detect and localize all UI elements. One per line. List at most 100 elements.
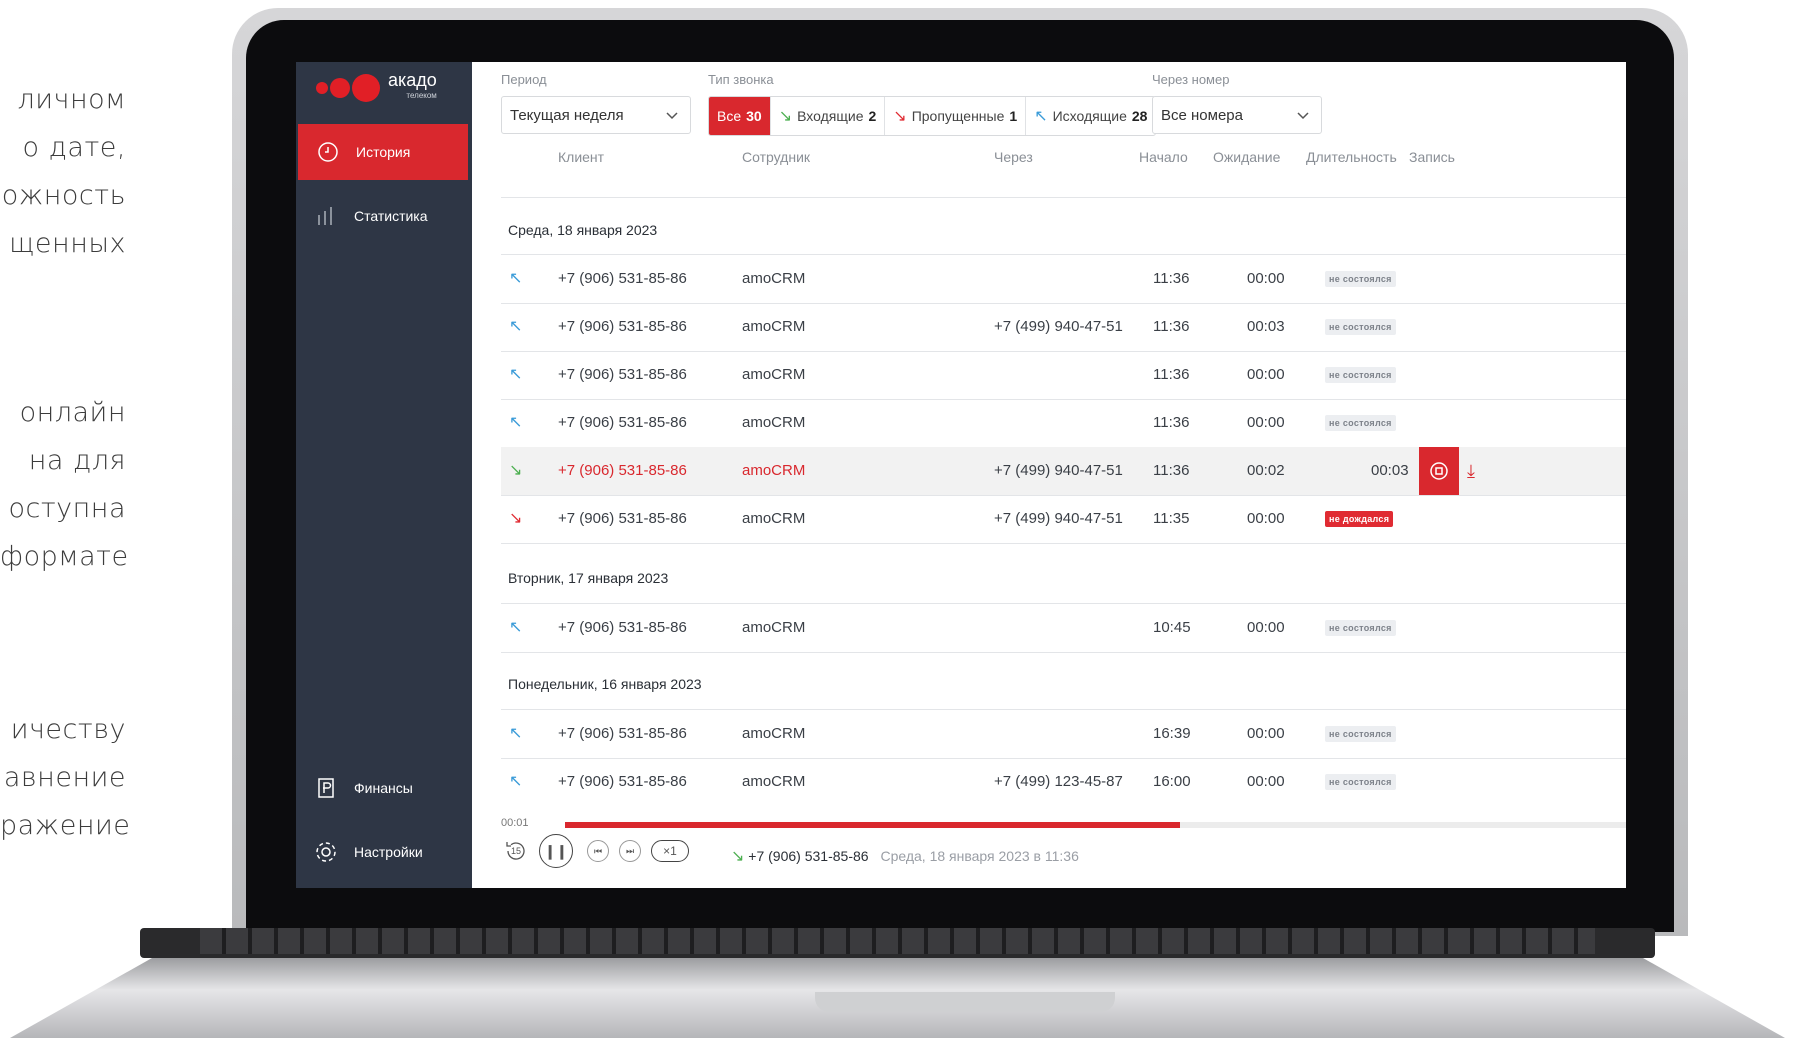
status-badge: не состоялся: [1325, 726, 1396, 742]
wait-time: 00:00: [1247, 510, 1285, 527]
outgoing-call-icon: ↖: [1034, 108, 1048, 125]
employee: amoCRM: [742, 414, 806, 431]
sidebar-item-statistics[interactable]: Статистика: [296, 188, 472, 244]
gear-icon: [310, 840, 342, 864]
table-row-active[interactable]: ↘ +7 (906) 531-85-86 amoCRM +7 (499) 940…: [501, 447, 1626, 496]
sidebar-item-history[interactable]: История: [298, 124, 468, 180]
filter-label: Все: [717, 108, 742, 124]
now-playing-date: Среда, 18 января 2023 в 11:36: [880, 848, 1079, 864]
outgoing-call-icon: ↖: [509, 725, 523, 742]
table-row[interactable]: ↖ +7 (906) 531-85-86 amoCRM 10:45 00:00 …: [501, 604, 1626, 653]
progress-fill: [565, 822, 1181, 828]
column-client[interactable]: Клиент: [558, 149, 604, 165]
wait-time: 00:00: [1247, 619, 1285, 636]
filter-count: 2: [868, 108, 877, 124]
main-content: Период Текущая неделя Тип звонка Все 30 …: [472, 62, 1626, 888]
client-number: +7 (906) 531-85-86: [558, 462, 687, 479]
sidebar-item-label: Финансы: [354, 780, 413, 796]
sidebar-item-finance[interactable]: Финансы: [296, 760, 472, 816]
client-number: +7 (906) 531-85-86: [558, 318, 687, 335]
missed-call-icon: ↘: [893, 108, 907, 125]
outgoing-call-icon: ↖: [509, 270, 523, 287]
side-text-line: оступна: [8, 493, 126, 524]
bar-chart-icon: [310, 205, 342, 227]
column-wait[interactable]: Ожидание: [1213, 149, 1280, 165]
table-row[interactable]: ↖ +7 (906) 531-85-86 amoCRM 11:36 00:00 …: [501, 351, 1626, 400]
progress-track[interactable]: [565, 822, 1626, 828]
client-number: +7 (906) 531-85-86: [558, 725, 687, 742]
chevron-down-icon: [1297, 107, 1309, 124]
column-start[interactable]: Начало: [1139, 149, 1188, 165]
wait-time: 00:03: [1247, 318, 1285, 335]
table-row[interactable]: ↖ +7 (906) 531-85-86 amoCRM 11:36 00:00 …: [501, 255, 1626, 304]
start-time: 11:35: [1153, 510, 1190, 527]
table-row[interactable]: ↘ +7 (906) 531-85-86 amoCRM +7 (499) 940…: [501, 495, 1626, 544]
rewind-seconds: 15: [510, 846, 521, 856]
status-badge: не состоялся: [1325, 319, 1396, 335]
client-number: +7 (906) 531-85-86: [558, 619, 687, 636]
column-duration[interactable]: Длительность: [1306, 149, 1397, 165]
laptop-base: [10, 928, 1785, 1063]
pause-button[interactable]: ❙❙: [539, 834, 573, 868]
side-text-line: о дате,: [22, 132, 126, 163]
incoming-call-icon: ↘: [731, 848, 745, 865]
speed-button[interactable]: ×1: [651, 840, 689, 862]
filter-count: 30: [746, 108, 762, 124]
speed-value: ×1: [663, 844, 677, 858]
start-time: 11:36: [1153, 318, 1190, 335]
filter-all[interactable]: Все 30: [709, 97, 771, 135]
status-badge: не состоялся: [1325, 774, 1396, 790]
header-divider: [501, 197, 1626, 198]
stop-playback-button[interactable]: [1419, 447, 1459, 495]
chevron-down-icon: [666, 107, 678, 124]
now-playing: ↘ +7 (906) 531-85-86 Среда, 18 января 20…: [731, 846, 1079, 866]
side-text-line: щенных: [9, 228, 126, 259]
outgoing-call-icon: ↖: [509, 318, 523, 335]
column-employee[interactable]: Сотрудник: [742, 149, 810, 165]
filter-missed[interactable]: ↘ Пропущенные 1: [885, 97, 1027, 135]
date-group-header: Среда, 18 января 2023: [508, 222, 658, 238]
next-button[interactable]: ⏭: [619, 840, 641, 862]
status-badge: не состоялся: [1325, 271, 1396, 287]
column-record[interactable]: Запись: [1409, 149, 1455, 165]
via-number: +7 (499) 940-47-51: [994, 318, 1123, 335]
filter-label: Входящие: [797, 108, 864, 124]
table-row[interactable]: ↖ +7 (906) 531-85-86 amoCRM 11:36 00:00 …: [501, 399, 1626, 448]
via-number: +7 (499) 940-47-51: [994, 462, 1123, 479]
table-row[interactable]: ↖ +7 (906) 531-85-86 amoCRM 16:39 00:00 …: [501, 710, 1626, 759]
now-playing-number: +7 (906) 531-85-86: [748, 848, 869, 864]
via-number-dropdown[interactable]: Все номера: [1152, 96, 1322, 134]
via-number: +7 (499) 940-47-51: [994, 510, 1123, 527]
sidebar-item-settings[interactable]: Настройки: [296, 824, 472, 880]
start-time: 16:00: [1153, 773, 1191, 790]
via-number-label: Через номер: [1152, 72, 1230, 87]
rewind-15-button[interactable]: 15: [503, 838, 529, 864]
filter-label: Пропущенные: [911, 108, 1005, 124]
logo: акадо телеком: [316, 71, 437, 104]
start-time: 11:36: [1153, 366, 1190, 383]
side-text-line: ожность: [1, 180, 126, 211]
side-text-line: онлайн: [19, 397, 126, 428]
start-time: 11:36: [1153, 270, 1190, 287]
outgoing-call-icon: ↖: [509, 414, 523, 431]
client-number: +7 (906) 531-85-86: [558, 414, 687, 431]
outgoing-call-icon: ↖: [509, 619, 523, 636]
sidebar: акадо телеком История Статистика Финансы …: [296, 62, 472, 888]
table-row[interactable]: ↖ +7 (906) 531-85-86 amoCRM +7 (499) 940…: [501, 303, 1626, 352]
previous-button[interactable]: ⏮: [587, 840, 609, 862]
start-time: 11:36: [1153, 462, 1190, 479]
outgoing-call-icon: ↖: [509, 366, 523, 383]
stop-icon: [1430, 462, 1448, 480]
download-icon[interactable]: ⤓: [1467, 447, 1475, 495]
period-dropdown[interactable]: Текущая неделя: [501, 96, 691, 134]
start-time: 10:45: [1153, 619, 1191, 636]
status-badge: не состоялся: [1325, 620, 1396, 636]
incoming-call-icon: ↘: [778, 108, 793, 125]
side-text-line: ичеству: [10, 714, 126, 745]
table-row[interactable]: ↖ +7 (906) 531-85-86 amoCRM +7 (499) 123…: [501, 758, 1626, 806]
employee: amoCRM: [742, 619, 806, 636]
column-via[interactable]: Через: [994, 149, 1033, 165]
filter-outgoing[interactable]: ↖ Исходящие 28: [1026, 97, 1155, 135]
filter-incoming[interactable]: ↘ Входящие 2: [771, 97, 886, 135]
wait-time: 00:00: [1247, 270, 1285, 287]
